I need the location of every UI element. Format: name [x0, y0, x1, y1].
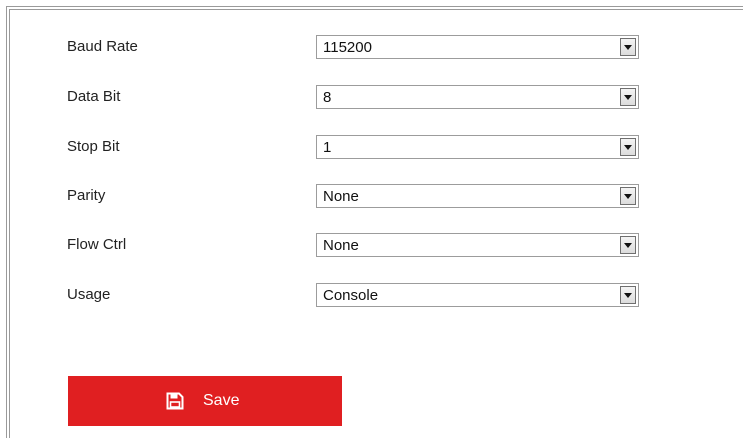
- save-button-label: Save: [203, 392, 240, 409]
- stop-bit-select[interactable]: 1: [316, 135, 639, 159]
- baud-rate-label: Baud Rate: [67, 38, 138, 55]
- flow-ctrl-row: Flow Ctrl None: [67, 233, 647, 257]
- panel-border-left: [6, 6, 7, 438]
- flow-ctrl-label: Flow Ctrl: [67, 236, 127, 253]
- flow-ctrl-select[interactable]: None: [316, 233, 639, 257]
- dropdown-arrow-icon[interactable]: [620, 286, 636, 304]
- save-button[interactable]: Save: [68, 376, 342, 426]
- dropdown-arrow-icon[interactable]: [620, 88, 636, 106]
- stop-bit-label: Stop Bit: [67, 138, 120, 155]
- dropdown-arrow-icon[interactable]: [620, 236, 636, 254]
- parity-value: None: [323, 188, 359, 205]
- usage-select[interactable]: Console: [316, 283, 639, 307]
- settings-panel: Baud Rate 115200 Data Bit 8 Stop Bit 1 P…: [0, 0, 743, 438]
- baud-rate-row: Baud Rate 115200: [67, 35, 647, 59]
- dropdown-arrow-icon[interactable]: [620, 187, 636, 205]
- parity-label: Parity: [67, 187, 106, 204]
- data-bit-row: Data Bit 8: [67, 85, 647, 109]
- floppy-disk-icon: [166, 392, 184, 410]
- data-bit-value: 8: [323, 89, 332, 106]
- data-bit-select[interactable]: 8: [316, 85, 639, 109]
- stop-bit-row: Stop Bit 1: [67, 135, 647, 159]
- baud-rate-value: 115200: [323, 39, 372, 56]
- panel-border-left-inner: [9, 9, 10, 438]
- stop-bit-value: 1: [323, 139, 332, 156]
- panel-border-top: [6, 6, 743, 7]
- parity-select[interactable]: None: [316, 184, 639, 208]
- dropdown-arrow-icon[interactable]: [620, 138, 636, 156]
- usage-row: Usage Console: [67, 283, 647, 307]
- dropdown-arrow-icon[interactable]: [620, 38, 636, 56]
- panel-border-top-inner: [9, 9, 743, 10]
- usage-value: Console: [323, 287, 379, 304]
- data-bit-label: Data Bit: [67, 88, 121, 105]
- usage-label: Usage: [67, 286, 111, 303]
- baud-rate-select[interactable]: 115200: [316, 35, 639, 59]
- flow-ctrl-value: None: [323, 237, 359, 254]
- parity-row: Parity None: [67, 184, 647, 208]
